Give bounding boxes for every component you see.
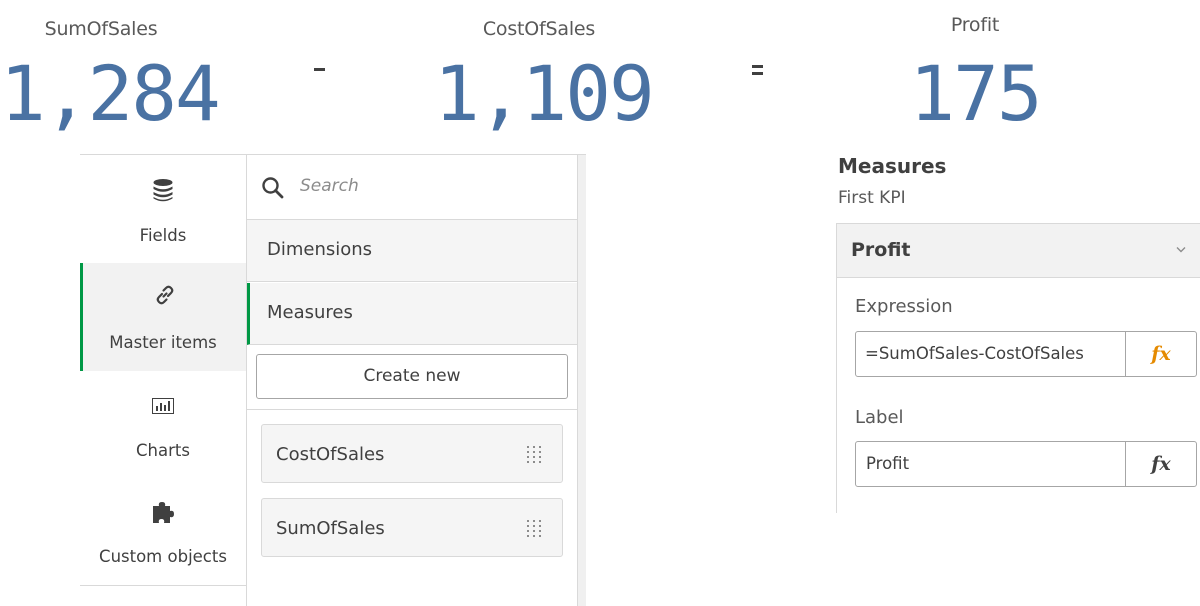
database-icon xyxy=(153,179,173,202)
properties-subtitle: First KPI xyxy=(838,188,906,208)
expression-field-group: =SumOfSales-CostOfSales fx xyxy=(855,331,1197,377)
chevron-down-icon[interactable] xyxy=(1176,246,1186,253)
kpi-value-sum-of-sales: 1,284 xyxy=(0,49,221,138)
kpi-label-profit: Profit xyxy=(950,14,1000,36)
expression-input[interactable]: =SumOfSales-CostOfSales xyxy=(855,331,1126,377)
section-measures[interactable]: Measures xyxy=(247,283,577,345)
section-label-measures: Measures xyxy=(267,302,353,323)
section-label-dimensions: Dimensions xyxy=(267,239,373,260)
assets-nav: Fields Master items Charts Custom object… xyxy=(80,155,247,606)
search-input[interactable]: Search xyxy=(300,176,359,196)
nav-label-charts: Charts xyxy=(136,441,190,460)
equals-operator-bottom xyxy=(752,72,763,75)
measure-item-cost-of-sales[interactable]: CostOfSales xyxy=(261,424,563,483)
create-new-button[interactable]: Create new xyxy=(256,354,568,399)
kpi-value-profit: 175 xyxy=(909,49,1042,138)
measure-item-label: CostOfSales xyxy=(276,444,385,465)
nav-divider xyxy=(80,585,246,586)
label-fx-button[interactable]: fx xyxy=(1125,441,1197,487)
nav-label-fields: Fields xyxy=(139,226,187,245)
drag-handle-icon[interactable] xyxy=(526,519,542,537)
search-bar[interactable]: Search xyxy=(247,155,577,220)
bar-chart-icon xyxy=(152,398,174,414)
section-dimensions[interactable]: Dimensions xyxy=(247,220,577,282)
accordion-header-profit[interactable]: Profit xyxy=(837,224,1200,278)
kpi-value-cost-of-sales: 1,109 xyxy=(434,49,655,138)
nav-label-custom-objects: Custom objects xyxy=(99,547,227,566)
nav-item-charts[interactable]: Charts xyxy=(80,371,246,479)
create-divider xyxy=(247,409,577,410)
expression-label: Expression xyxy=(855,296,953,317)
link-icon xyxy=(156,285,173,305)
nav-item-custom-objects[interactable]: Custom objects xyxy=(80,479,246,585)
nav-item-fields[interactable]: Fields xyxy=(80,155,246,263)
equals-operator-top xyxy=(752,65,763,68)
label-field-label: Label xyxy=(855,407,904,428)
search-icon xyxy=(262,177,284,199)
minus-operator xyxy=(314,68,325,71)
accordion-header-label: Profit xyxy=(851,239,911,261)
nav-label-master-items: Master items xyxy=(109,333,217,352)
measure-accordion: Profit Expression =SumOfSales-CostOfSale… xyxy=(836,223,1200,513)
kpi-label-cost-of-sales: CostOfSales xyxy=(482,18,596,40)
nav-item-master-items[interactable]: Master items xyxy=(80,263,246,371)
measure-item-sum-of-sales[interactable]: SumOfSales xyxy=(261,498,563,557)
drag-handle-icon[interactable] xyxy=(526,445,542,463)
expression-fx-button[interactable]: fx xyxy=(1125,331,1197,377)
label-input[interactable]: Profit xyxy=(855,441,1126,487)
kpi-label-sum-of-sales: SumOfSales xyxy=(44,18,158,40)
scrollbar[interactable] xyxy=(578,155,586,606)
puzzle-icon xyxy=(153,502,174,523)
measure-item-label: SumOfSales xyxy=(276,518,385,539)
label-field-group: Profit fx xyxy=(855,441,1197,487)
assets-list: Search Dimensions Measures Create new Co… xyxy=(247,155,578,606)
properties-title: Measures xyxy=(838,154,947,178)
